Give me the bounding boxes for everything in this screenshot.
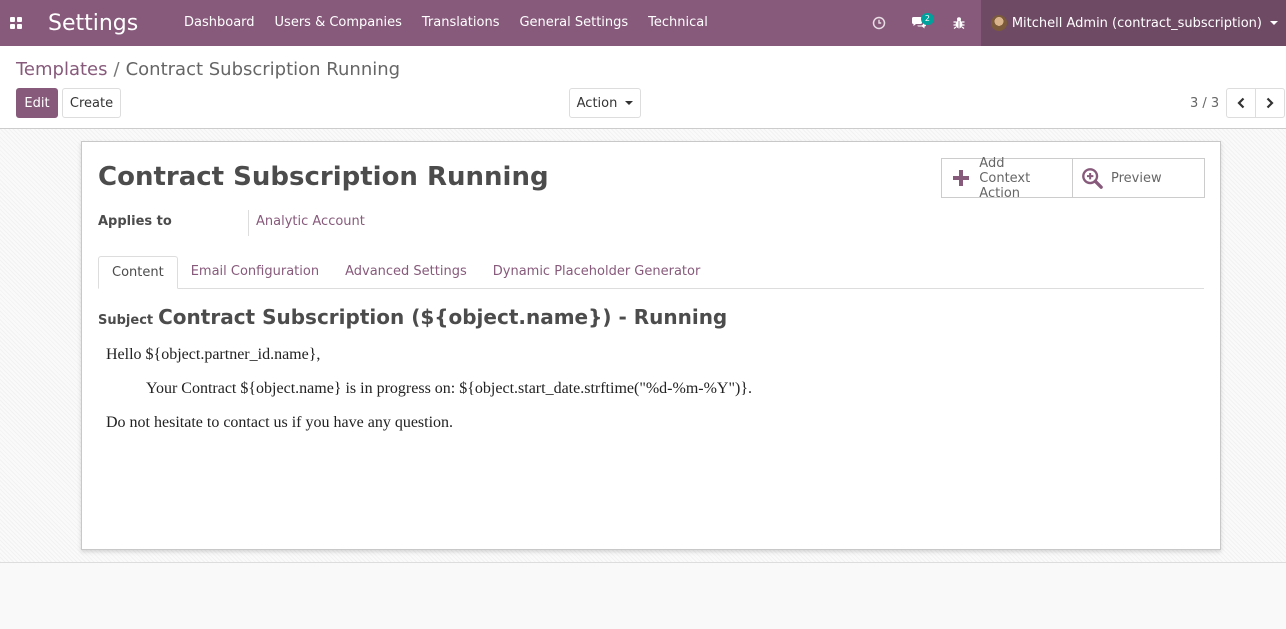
smart-button-box: Add Context Action Preview — [941, 155, 1205, 201]
preview-button[interactable]: Preview — [1073, 158, 1205, 198]
add-context-action-line1: Add — [979, 155, 1005, 171]
app-brand[interactable]: Settings — [48, 11, 168, 36]
chevron-down-icon — [625, 101, 634, 105]
menu-general-settings[interactable]: General Settings — [509, 0, 638, 46]
apps-menu-button[interactable] — [0, 0, 32, 46]
breadcrumb-templates[interactable]: Templates — [16, 59, 108, 80]
avatar — [990, 15, 1007, 31]
chevron-left-icon — [1237, 97, 1245, 109]
preview-label: Preview — [1111, 170, 1162, 186]
pager-next-button[interactable] — [1255, 88, 1285, 118]
plus-icon — [950, 167, 971, 189]
field-divider — [248, 210, 249, 236]
messaging-button[interactable]: 2 — [899, 0, 939, 46]
tab-email-configuration[interactable]: Email Configuration — [178, 256, 332, 289]
systray: 2 Mitchell Admin (contract_subscription) — [859, 0, 1286, 46]
pager-previous-button[interactable] — [1226, 88, 1256, 118]
form-view-area: Add Context Action Preview Contract Subs… — [0, 129, 1286, 563]
edit-button[interactable]: Edit — [16, 88, 58, 118]
action-label: Action — [576, 95, 618, 111]
chevron-right-icon — [1266, 97, 1274, 109]
main-menu: Dashboard Users & Companies Translations… — [174, 0, 718, 46]
add-context-action-line2: Context Action — [979, 170, 1031, 201]
breadcrumb-current: Contract Subscription Running — [125, 59, 401, 80]
debug-button[interactable] — [939, 0, 979, 46]
apps-grid-icon — [10, 17, 22, 29]
subject-value: Contract Subscription (${object.name}) -… — [158, 305, 728, 329]
form-tabs: Content Email Configuration Advanced Set… — [98, 256, 1204, 289]
action-dropdown[interactable]: Action — [569, 88, 641, 118]
body-message: Your Contract ${object.name} is in progr… — [146, 380, 753, 397]
bug-icon — [953, 17, 965, 29]
subject-row: Subject Contract Subscription (${object.… — [98, 305, 727, 329]
record-title: Contract Subscription Running — [98, 162, 549, 192]
clock-icon — [872, 16, 886, 30]
user-menu[interactable]: Mitchell Admin (contract_subscription) — [980, 0, 1286, 46]
add-context-action-button[interactable]: Add Context Action — [941, 155, 1073, 201]
body-greeting: Hello ${object.partner_id.name}, — [106, 346, 321, 363]
chevron-down-icon — [1270, 21, 1278, 25]
breadcrumb: Templates / Contract Subscription Running — [16, 59, 400, 80]
user-name: Mitchell Admin (contract_subscription) — [1011, 15, 1262, 31]
tab-advanced-settings[interactable]: Advanced Settings — [332, 256, 480, 289]
zoom-in-icon — [1081, 167, 1103, 189]
form-sheet: Add Context Action Preview Contract Subs… — [81, 141, 1221, 550]
applies-to-label: Applies to — [98, 214, 172, 229]
messages-badge: 2 — [920, 13, 934, 25]
menu-dashboard[interactable]: Dashboard — [174, 0, 265, 46]
activity-button[interactable] — [859, 0, 899, 46]
pager-value[interactable]: 3 / 3 — [1190, 96, 1219, 111]
create-button[interactable]: Create — [62, 88, 121, 118]
tab-dynamic-placeholder-generator[interactable]: Dynamic Placeholder Generator — [480, 256, 714, 289]
top-navbar: Settings Dashboard Users & Companies Tra… — [0, 0, 1286, 46]
menu-users-companies[interactable]: Users & Companies — [265, 0, 412, 46]
breadcrumb-separator: / — [113, 59, 120, 80]
tab-content[interactable]: Content — [98, 256, 178, 289]
body-closing: Do not hesitate to contact us if you hav… — [106, 414, 454, 431]
applies-to-value[interactable]: Analytic Account — [256, 214, 365, 229]
subject-label: Subject — [98, 313, 154, 328]
menu-technical[interactable]: Technical — [638, 0, 718, 46]
control-panel: Templates / Contract Subscription Running … — [0, 46, 1286, 129]
menu-translations[interactable]: Translations — [412, 0, 510, 46]
